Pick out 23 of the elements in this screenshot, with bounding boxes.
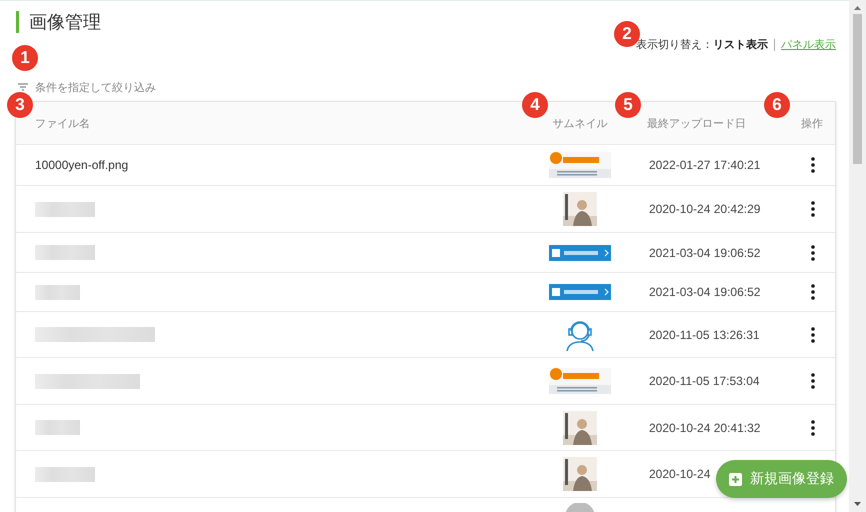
upload-date: 2020-11-05 17:53:04 (649, 374, 760, 388)
file-name: 10000yen-off.png (35, 158, 128, 172)
upload-date: 2020-10-24 20:42:29 (649, 202, 760, 216)
column-header: 最終アップロード日 (647, 118, 746, 130)
number-badge: 5 (615, 92, 641, 118)
number-badge: 1 (12, 45, 38, 71)
view-option[interactable]: リスト表示 (713, 37, 768, 52)
upload-date: 2020-10-24 (649, 467, 710, 481)
page-title: 画像管理 (16, 11, 101, 33)
upload-date: 2020-11-05 13:26:31 (649, 328, 760, 342)
upload-date: 2021-03-04 19:06:52 (649, 285, 760, 299)
filter-link[interactable]: 条件を指定して絞り込み (35, 80, 156, 94)
upload-date: 2020-10-24 20:41:32 (649, 420, 760, 434)
column-header: サムネイル (552, 116, 608, 130)
new-image-button[interactable]: 新規画像登録 (716, 460, 847, 498)
column-header: ファイル名 (35, 118, 90, 130)
upload-date: 2022-01-27 17:40:21 (649, 158, 760, 172)
column-header: 操作 (801, 116, 823, 130)
number-badge: 4 (522, 92, 548, 118)
view-option[interactable]: パネル表示 (781, 37, 836, 52)
number-badge: 3 (7, 92, 33, 118)
number-badge: 6 (764, 92, 790, 118)
upload-date: 2021-03-04 19:06:52 (649, 246, 760, 260)
